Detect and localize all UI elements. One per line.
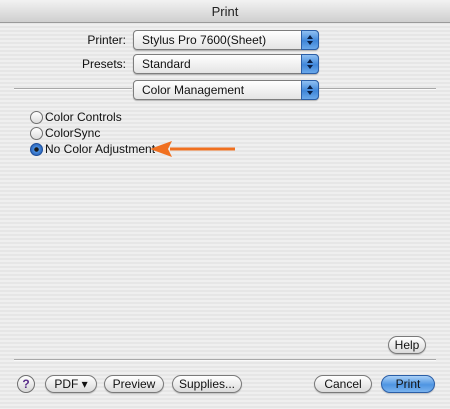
- presets-popup[interactable]: Standard: [133, 54, 319, 74]
- popup-arrows-icon: [301, 30, 319, 50]
- bottom-separator: [14, 359, 436, 361]
- print-dialog: Print Printer: Stylus Pro 7600(Sheet) Pr…: [0, 0, 450, 409]
- printer-popup[interactable]: Stylus Pro 7600(Sheet): [133, 30, 319, 50]
- separator-left: [14, 88, 132, 90]
- pdf-button[interactable]: PDF ▾: [45, 375, 97, 393]
- supplies-button[interactable]: Supplies...: [172, 375, 242, 393]
- cancel-button[interactable]: Cancel: [314, 375, 372, 393]
- annotation-arrow-icon: [150, 141, 235, 157]
- presets-value: Standard: [142, 57, 191, 71]
- radio-label: No Color Adjustment: [45, 142, 156, 156]
- title-bar: Print: [0, 0, 450, 23]
- window-title: Print: [211, 4, 239, 19]
- separator-right: [318, 88, 436, 90]
- panel-value: Color Management: [142, 83, 245, 97]
- print-button[interactable]: Print: [381, 375, 435, 393]
- radio-button-icon: [30, 127, 43, 140]
- help-question-button[interactable]: ?: [17, 375, 35, 393]
- radio-label: Color Controls: [45, 110, 122, 124]
- help-button[interactable]: Help: [388, 336, 426, 354]
- printer-value: Stylus Pro 7600(Sheet): [142, 33, 267, 47]
- printer-label: Printer:: [87, 33, 126, 47]
- popup-arrows-icon: [301, 80, 319, 100]
- radio-color-controls[interactable]: Color Controls: [30, 110, 230, 126]
- panel-popup[interactable]: Color Management: [133, 80, 319, 100]
- popup-arrows-icon: [301, 54, 319, 74]
- radio-button-icon: [30, 111, 43, 124]
- presets-label: Presets:: [81, 57, 126, 71]
- radio-label: ColorSync: [45, 126, 101, 140]
- radio-button-selected-icon: [30, 143, 43, 156]
- preview-button[interactable]: Preview: [104, 375, 164, 393]
